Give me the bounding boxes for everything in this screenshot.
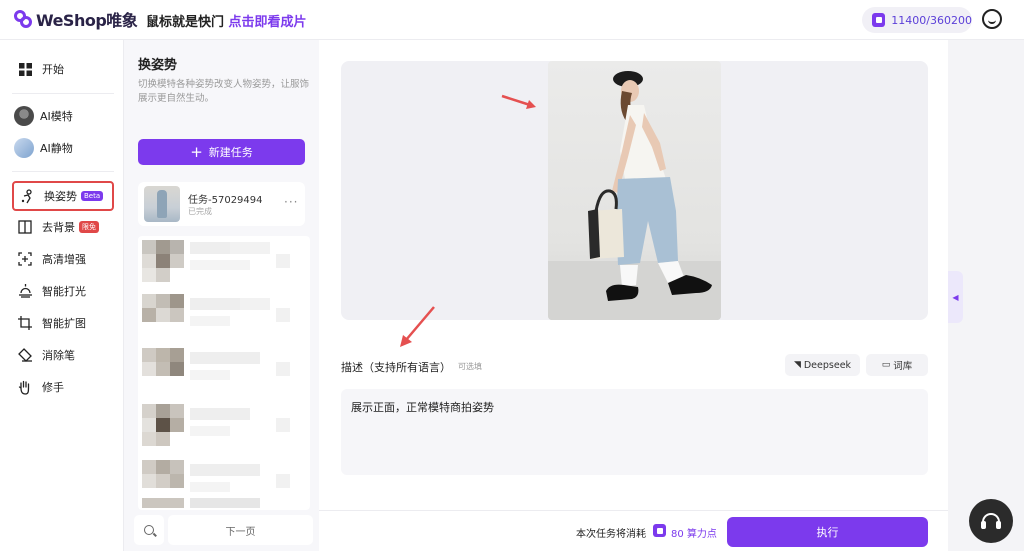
caret-left-icon: ◀: [952, 292, 959, 302]
sidebar-item-label: AI静物: [40, 142, 73, 155]
image-preview-area: [341, 61, 928, 320]
word-library-label: 词库: [893, 361, 913, 372]
main-panel: 描述（支持所有语言） 可选填 ◥ Deepseek ▭ 词库 展示正面，正常模特…: [319, 40, 948, 551]
sidebar-item-label: 修手: [42, 381, 64, 394]
grid-icon: [16, 60, 34, 78]
deepseek-button[interactable]: ◥ Deepseek: [785, 354, 860, 376]
sidebar-item-label: AI模特: [40, 110, 73, 123]
deepseek-label: Deepseek: [803, 359, 852, 371]
annotation-arrow-icon: [400, 306, 435, 347]
word-library-button[interactable]: ▭ 词库: [866, 354, 928, 376]
enhance-icon: [16, 250, 34, 268]
slogan-highlight: 点击即看成片: [228, 15, 307, 30]
eraser-icon: [16, 346, 34, 364]
search-icon: [144, 525, 154, 535]
still-life-avatar: [14, 138, 34, 158]
model-avatar: [14, 106, 34, 126]
sidebar-item-eraser[interactable]: 消除笔: [12, 341, 114, 369]
credits-value: 11400/360200: [891, 13, 972, 27]
sidebar-item-fix-hand[interactable]: 修手: [12, 373, 114, 401]
logo-mark-icon: [14, 10, 32, 28]
sidebar-item-ai-still[interactable]: AI静物: [12, 134, 114, 162]
sidebar-item-start[interactable]: 开始: [12, 55, 114, 83]
task-name: 任务-57029494: [188, 195, 263, 206]
nav-divider: [12, 93, 114, 94]
hand-icon: [16, 378, 34, 396]
nav-divider: [12, 171, 114, 172]
sidebar-item-label: 去背景: [42, 221, 75, 234]
pose-icon: [18, 187, 36, 205]
annotation-arrow-icon: [501, 94, 536, 109]
sidebar-item-change-pose[interactable]: 换姿势 Beta: [12, 181, 114, 211]
header-slogan: 鼠标就是快门 点击即看成片: [146, 11, 307, 30]
deepseek-icon: ◥: [793, 360, 801, 370]
next-page-button[interactable]: 下一页: [168, 515, 313, 545]
description-value: 展示正面，正常模特商拍姿势: [351, 401, 494, 414]
sidebar-item-lighting[interactable]: 智能打光: [12, 277, 114, 305]
sidebar-item-hd-enhance[interactable]: 高清增强: [12, 245, 114, 273]
credits-badge[interactable]: 11400/360200: [862, 7, 972, 33]
logo-text: WeShop唯象: [36, 11, 138, 30]
task-panel: 换姿势 切换模特各种姿势改变人物姿势，让服饰展示更自然生动。 + 新建任务 任务…: [124, 40, 319, 551]
task-status: 已完成: [188, 207, 212, 216]
background-icon: [16, 218, 34, 236]
sidebar-item-label: 换姿势: [44, 190, 77, 203]
sidebar-item-label: 智能打光: [42, 285, 86, 298]
chip-icon: [653, 524, 666, 537]
run-button[interactable]: 执行: [727, 517, 928, 547]
description-optional-hint: 可选填: [458, 362, 482, 371]
description-input[interactable]: 展示正面，正常模特商拍姿势: [341, 389, 928, 475]
task-list-blurred: [138, 236, 310, 510]
expand-icon: [16, 314, 34, 332]
sidebar-item-label: 开始: [42, 63, 64, 76]
sidebar-item-remove-bg[interactable]: 去背景 限免: [12, 213, 114, 241]
task-panel-footer: 下一页: [124, 510, 319, 551]
task-card[interactable]: 任务-57029494 已完成 ···: [138, 182, 305, 226]
model-photo[interactable]: [548, 61, 721, 320]
task-thumbnail: [144, 186, 180, 222]
free-badge: 限免: [79, 221, 99, 233]
cost-prefix: 本次任务将消耗: [576, 529, 646, 540]
sidebar-item-label: 消除笔: [42, 349, 75, 362]
more-options-icon[interactable]: ···: [284, 195, 298, 209]
lighting-icon: [16, 282, 34, 300]
beta-badge: Beta: [81, 191, 104, 201]
headset-icon: [981, 513, 1001, 529]
task-panel-description: 切换模特各种姿势改变人物姿势，让服饰展示更自然生动。: [138, 79, 310, 104]
sidebar-item-ai-model[interactable]: AI模特: [12, 102, 114, 130]
slogan-prefix: 鼠标就是快门: [146, 15, 225, 30]
new-task-label: 新建任务: [208, 146, 253, 159]
sidebar-item-expand[interactable]: 智能扩图: [12, 309, 114, 337]
collapse-panel-tab[interactable]: ◀: [948, 271, 963, 323]
top-header: WeShop唯象 鼠标就是快门 点击即看成片 11400/360200: [0, 0, 1024, 40]
user-smile-icon[interactable]: [982, 9, 1002, 29]
sidebar-item-label: 高清增强: [42, 253, 86, 266]
action-footer: 本次任务将消耗 80 算力点 执行: [319, 510, 948, 551]
task-panel-title: 换姿势: [138, 58, 178, 73]
description-label: 描述（支持所有语言）: [341, 361, 451, 374]
new-task-button[interactable]: + 新建任务: [138, 139, 305, 165]
plus-icon: +: [190, 142, 203, 161]
customer-support-button[interactable]: [969, 499, 1013, 543]
chip-icon: [872, 13, 886, 27]
folder-icon: ▭: [881, 360, 891, 370]
sidebar-item-label: 智能扩图: [42, 317, 86, 330]
sidebar-nav: 开始 AI模特 AI静物 换姿势 Beta 去背景 限免 高清增强 智能打光 智…: [0, 40, 124, 551]
cost-value: 80 算力点: [671, 529, 717, 540]
weshop-logo[interactable]: WeShop唯象: [14, 8, 138, 30]
search-button[interactable]: [134, 515, 164, 545]
